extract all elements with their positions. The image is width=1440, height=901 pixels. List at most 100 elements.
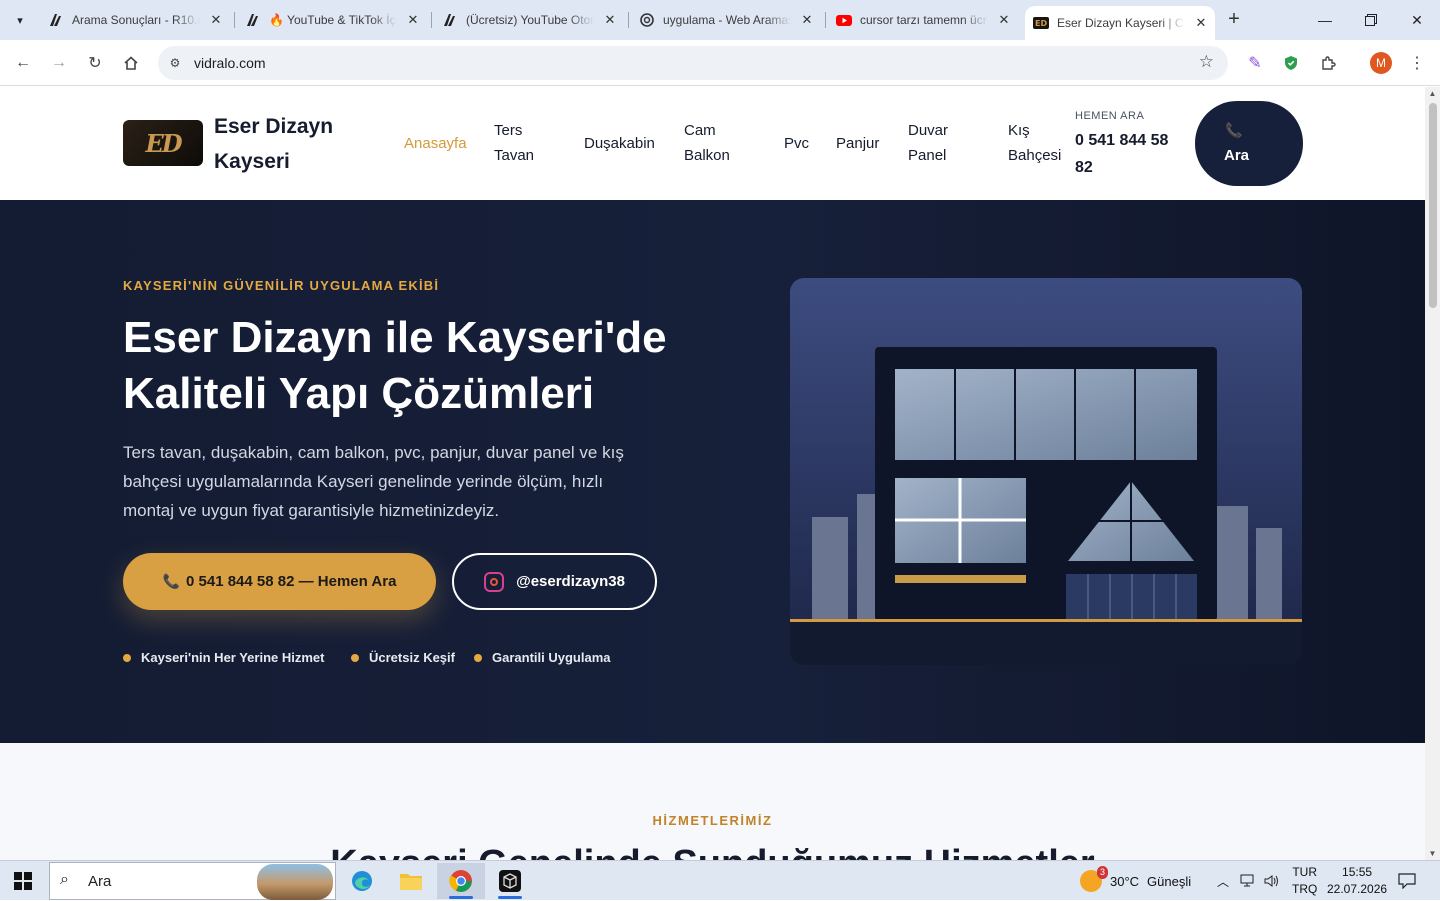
tab-web-search[interactable]: uygulama - Web Araması ✕ — [639, 6, 815, 34]
hero-title: Eser Dizayn ile Kayseri'de Kaliteli Yapı… — [123, 313, 667, 418]
tab-search-icon[interactable]: ▾ — [8, 8, 32, 32]
nav-duvar-panel[interactable]: Duvar Panel — [908, 118, 958, 168]
shield-extension-icon[interactable] — [1278, 50, 1304, 76]
instagram-handle: @eserdizayn38 — [516, 573, 625, 590]
pen-extension-icon[interactable]: ✎ — [1242, 50, 1268, 76]
language-code: TUR — [1292, 865, 1317, 879]
nav-kis-bahcesi[interactable]: Kış Bahçesi — [1008, 118, 1063, 168]
nav-panjur[interactable]: Panjur — [836, 131, 879, 156]
weather-temp: 30°C — [1110, 873, 1140, 889]
cursor-app-icon[interactable] — [486, 863, 534, 899]
hero-call-button[interactable]: 📞 0 541 844 58 82 — Hemen Ara — [123, 553, 436, 610]
nav-cam-balkon[interactable]: Cam Balkon — [684, 118, 739, 168]
profile-avatar[interactable]: M — [1370, 52, 1392, 74]
keyboard-layout: TRQ — [1292, 882, 1318, 896]
tab-title: (Ücretsiz) YouTube Otomasyon — [466, 13, 594, 27]
r10-icon — [442, 12, 458, 28]
minimize-icon[interactable]: — — [1302, 0, 1348, 40]
clock[interactable]: 15:55 22.07.2026 — [1327, 861, 1387, 901]
call-button[interactable]: 📞 Ara — [1195, 101, 1303, 186]
nav-dusakabin[interactable]: Duşakabin — [584, 131, 655, 156]
tab-eser-dizayn-active[interactable]: ED Eser Dizayn Kayseri | Cam Balkon ✕ — [1025, 6, 1215, 40]
restore-icon[interactable] — [1348, 0, 1394, 40]
address-bar[interactable]: ⚙ vidralo.com ☆ — [158, 46, 1228, 80]
close-icon[interactable]: ✕ — [405, 12, 421, 28]
badge-service-area: Kayseri'nin Her Yerine Hizmet — [123, 650, 325, 665]
badge-free-survey: Ücretsiz Keşif — [351, 650, 455, 665]
scroll-up-icon[interactable]: ▲ — [1425, 89, 1440, 98]
tab-youtube-tiktok[interactable]: 🔥 YouTube & TikTok İçerik ✕ — [245, 6, 421, 34]
tab-title: Arama Sonuçları - R10.net — [72, 13, 200, 27]
file-explorer-icon[interactable] — [387, 863, 435, 899]
hero-eyebrow: KAYSERİ'NİN GÜVENİLİR UYGULAMA EKİBİ — [123, 278, 440, 293]
menu-kebab-icon[interactable]: ⋮ — [1404, 50, 1430, 76]
volume-icon[interactable] — [1264, 861, 1280, 901]
hero-description: Ters tavan, duşakabin, cam balkon, pvc, … — [123, 443, 624, 520]
phone-number[interactable]: 0 541 844 58 82 — [1075, 127, 1185, 181]
close-window-icon[interactable]: ✕ — [1394, 0, 1440, 40]
home-icon[interactable] — [118, 50, 144, 76]
active-indicator — [498, 896, 522, 899]
site-settings-icon[interactable]: ⚙ — [166, 54, 184, 72]
search-icon: ⌕ — [60, 871, 69, 888]
new-tab-button[interactable]: + — [1222, 8, 1246, 32]
brand-name[interactable]: Eser Dizayn Kayseri — [214, 109, 354, 179]
back-icon[interactable]: ← — [10, 50, 36, 76]
badge-label: Garantili Uygulama — [492, 650, 611, 665]
badge-warranty: Garantili Uygulama — [474, 650, 610, 665]
browser-tab-strip: ▾ Arama Sonuçları - R10.net ✕ 🔥 YouTube … — [0, 0, 1440, 40]
eser-dizayn-icon: ED — [1033, 15, 1049, 31]
close-icon[interactable]: ✕ — [602, 12, 618, 28]
close-icon[interactable]: ✕ — [208, 12, 224, 28]
tab-youtube-automation[interactable]: (Ücretsiz) YouTube Otomasyon ✕ — [442, 6, 618, 34]
taskbar-search[interactable]: ⌕ Ara — [49, 862, 336, 900]
tab-r10-search[interactable]: Arama Sonuçları - R10.net ✕ — [48, 6, 224, 34]
openai-icon — [639, 12, 655, 28]
phone-icon: 📞 — [1225, 122, 1243, 138]
close-icon[interactable]: ✕ — [799, 12, 815, 28]
taskbar-search-placeholder: Ara — [88, 873, 112, 890]
tab-separator — [825, 12, 826, 28]
active-indicator — [449, 896, 473, 899]
close-icon[interactable]: ✕ — [996, 12, 1012, 28]
weather-widget[interactable]: 3 30°C Güneşli — [1080, 861, 1191, 901]
windows-start-icon[interactable] — [14, 872, 32, 890]
bullet-dot — [123, 653, 131, 662]
edge-icon[interactable] — [338, 863, 386, 899]
url-text[interactable]: vidralo.com — [194, 55, 266, 71]
phone-label: HEMEN ARA — [1075, 110, 1145, 122]
youtube-icon — [836, 12, 852, 28]
tab-cursor-video[interactable]: cursor tarzı tamemn ücretsiz ✕ — [836, 6, 1012, 34]
tab-separator — [431, 12, 432, 28]
show-hidden-icons-icon[interactable]: ︿ — [1217, 861, 1229, 901]
network-icon[interactable] — [1240, 861, 1256, 901]
site-header: ED Eser Dizayn Kayseri Anasayfa Ters Tav… — [0, 87, 1425, 200]
nav-pvc[interactable]: Pvc — [784, 131, 809, 156]
page-viewport: ED Eser Dizayn Kayseri Anasayfa Ters Tav… — [0, 87, 1425, 860]
services-eyebrow: HİZMETLERİMİZ — [652, 813, 773, 828]
reload-icon[interactable]: ↻ — [82, 50, 108, 76]
bookmark-star-icon[interactable]: ☆ — [1199, 52, 1214, 72]
services-title: Kayseri Genelinde Sunduğumuz Hizmetler — [0, 843, 1425, 860]
instagram-button[interactable]: @eserdizayn38 — [452, 553, 657, 610]
input-language[interactable]: TUR TRQ — [1292, 861, 1317, 901]
page-scrollbar[interactable]: ▲ ▼ — [1425, 87, 1440, 860]
chrome-icon[interactable] — [437, 863, 485, 899]
hero-call-label: 0 541 844 58 82 — Hemen Ara — [186, 573, 397, 590]
scroll-down-icon[interactable]: ▼ — [1425, 849, 1440, 858]
tab-title: 🔥 YouTube & TikTok İçerik — [269, 13, 397, 27]
site-logo[interactable]: ED — [123, 120, 203, 166]
extensions-puzzle-icon[interactable] — [1315, 50, 1341, 76]
nav-anasayfa[interactable]: Anasayfa — [404, 131, 467, 156]
notifications-icon[interactable] — [1398, 861, 1416, 901]
phone-icon: 📞 — [162, 573, 180, 589]
nav-ters-tavan[interactable]: Ters Tavan — [494, 118, 544, 168]
close-icon[interactable]: ✕ — [1193, 15, 1209, 31]
svg-text:ED: ED — [1035, 19, 1047, 28]
scrollbar-thumb[interactable] — [1429, 103, 1437, 308]
weather-text: Güneşli — [1147, 873, 1192, 889]
forward-icon[interactable]: → — [46, 50, 72, 76]
building-illustration — [790, 278, 1302, 665]
search-highlight-image[interactable] — [257, 864, 333, 900]
badge-label: Kayseri'nin Her Yerine Hizmet — [141, 650, 325, 665]
